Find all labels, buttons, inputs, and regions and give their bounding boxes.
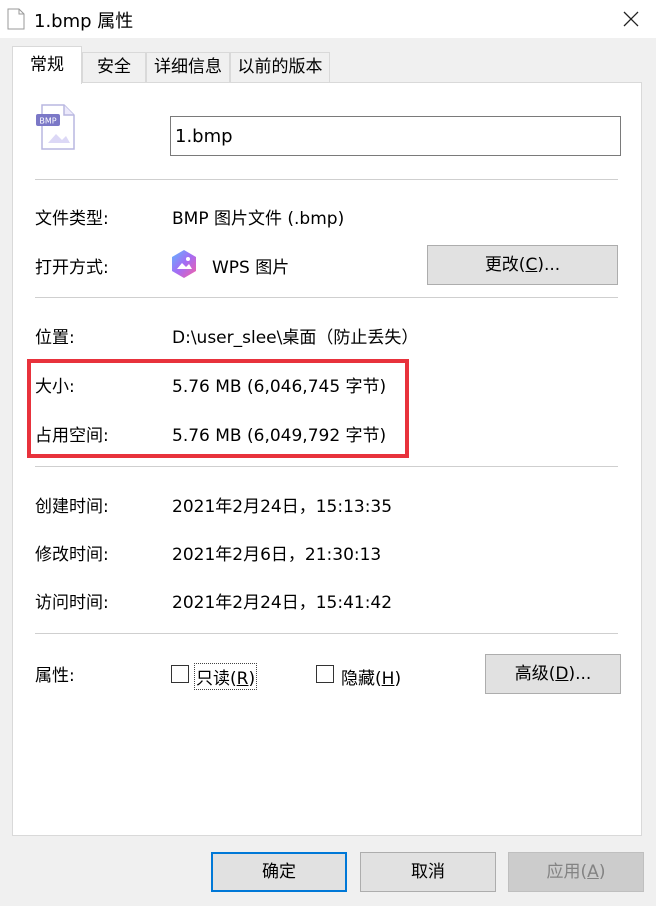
apply-key: A — [587, 862, 599, 882]
hidden-key: H — [381, 669, 395, 689]
readonly-checkbox[interactable] — [171, 665, 189, 683]
apply-suffix: ) — [598, 862, 606, 882]
wps-photo-icon — [170, 249, 198, 279]
modified-value: 2021年2月6日，21:30:13 — [172, 545, 382, 565]
accessed-value: 2021年2月24日，15:41:42 — [172, 593, 393, 613]
hidden-suffix: ) — [394, 669, 402, 689]
attributes-label: 属性: — [35, 666, 75, 686]
created-label: 创建时间: — [35, 497, 109, 517]
window-title: 1.bmp 属性 — [34, 11, 134, 32]
bmp-file-icon: BMP — [36, 103, 78, 151]
change-button-suffix: )... — [537, 255, 561, 275]
change-button[interactable]: 更改(C)... — [427, 245, 618, 285]
readonly-suffix: ) — [248, 669, 256, 689]
separator — [35, 633, 618, 634]
readonly-text: 只读( — [196, 669, 237, 689]
tab-details[interactable]: 详细信息 — [146, 52, 230, 82]
close-icon — [623, 11, 639, 27]
file-type-value: BMP 图片文件 (.bmp) — [172, 209, 345, 229]
created-value: 2021年2月24日，15:13:35 — [172, 497, 393, 517]
change-button-label: 更改( — [484, 255, 526, 275]
advanced-key: D — [555, 664, 569, 684]
file-type-label: 文件类型: — [35, 209, 109, 229]
location-label: 位置: — [35, 328, 75, 348]
separator — [35, 179, 618, 180]
open-with-app: WPS 图片 — [212, 258, 290, 278]
filename-input[interactable] — [170, 116, 621, 156]
apply-button[interactable]: 应用(A) — [508, 852, 644, 892]
cancel-button[interactable]: 取消 — [360, 852, 496, 892]
highlight-box — [27, 359, 409, 458]
location-value: D:\user_slee\桌面（防止丢失） — [172, 328, 419, 348]
apply-text: 应用( — [546, 862, 588, 882]
modified-label: 修改时间: — [35, 545, 109, 565]
tab-previous-versions[interactable]: 以前的版本 — [230, 52, 330, 82]
hidden-checkbox[interactable] — [316, 665, 334, 683]
readonly-checkbox-label[interactable]: 只读(R) — [194, 663, 258, 690]
accessed-label: 访问时间: — [35, 593, 109, 613]
advanced-suffix: )... — [568, 664, 592, 684]
close-button[interactable] — [606, 0, 656, 38]
hidden-checkbox-label[interactable]: 隐藏(H) — [341, 664, 401, 689]
readonly-key: R — [236, 669, 249, 689]
bmp-icon-label: BMP — [39, 117, 56, 126]
tab-security[interactable]: 安全 — [82, 52, 146, 82]
advanced-button[interactable]: 高级(D)... — [485, 654, 621, 694]
advanced-text: 高级( — [514, 664, 556, 684]
separator — [35, 297, 618, 298]
open-with-label: 打开方式: — [35, 258, 109, 278]
separator — [35, 466, 618, 467]
ok-button[interactable]: 确定 — [211, 852, 347, 892]
change-button-key: C — [525, 255, 538, 275]
tab-general[interactable]: 常规 — [12, 46, 82, 84]
hidden-text: 隐藏( — [341, 669, 382, 689]
general-panel — [12, 82, 642, 836]
file-icon — [7, 8, 25, 30]
